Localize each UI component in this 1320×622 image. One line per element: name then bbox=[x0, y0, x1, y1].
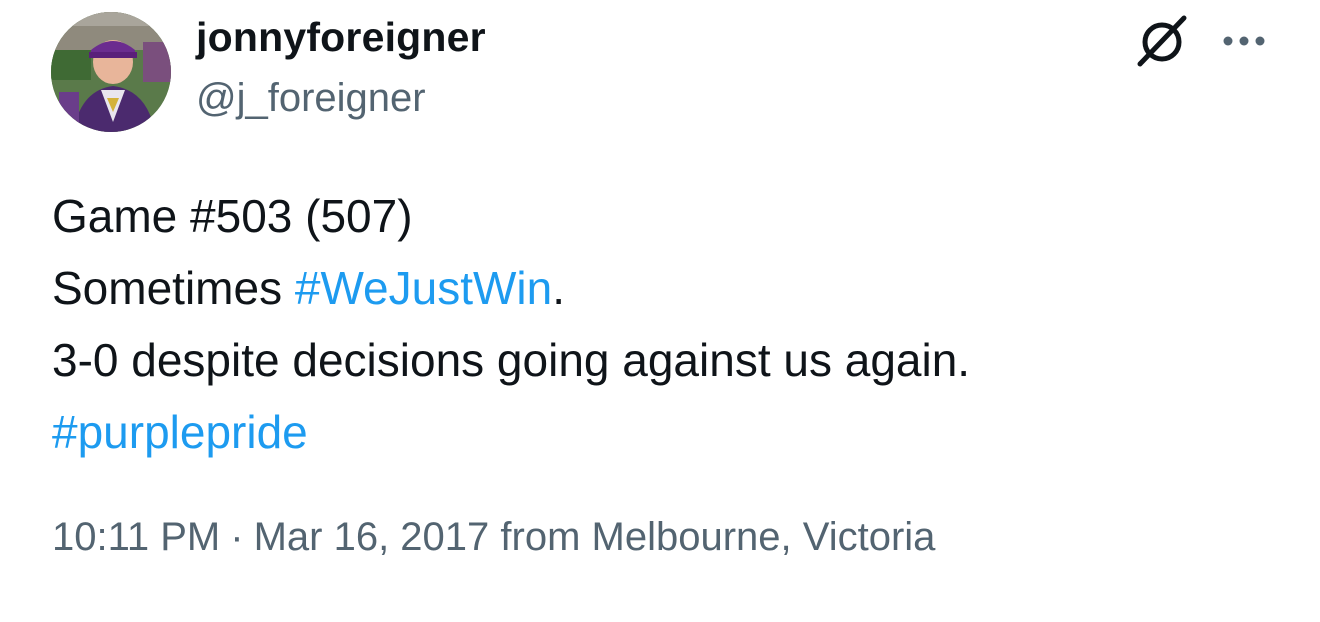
tweet-card: jonnyforeigner @j_foreigner Game #503 (5… bbox=[0, 0, 1320, 622]
meta-separator: · bbox=[230, 515, 244, 559]
tweet-line-1: Game #503 (507) bbox=[52, 190, 413, 242]
tweet-date-location: Mar 16, 2017 from Melbourne, Victoria bbox=[253, 515, 936, 559]
tweet-meta: 10:11 PM · Mar 16, 2017 from Melbourne, Vi… bbox=[52, 515, 935, 560]
tweet-line-2: Sometimes #WeJustWin. bbox=[52, 252, 1272, 324]
tweet-line-3: 3-0 despite decisions going against us a… bbox=[52, 334, 971, 386]
tweet-text: Game #503 (507) Sometimes #WeJustWin. 3-… bbox=[52, 180, 1272, 468]
slashed-circle-icon[interactable] bbox=[1132, 14, 1192, 68]
tweet-line-2-suffix: . bbox=[552, 262, 565, 314]
display-name[interactable]: jonnyforeigner bbox=[196, 14, 486, 61]
more-dots-icon[interactable] bbox=[1220, 31, 1268, 51]
avatar[interactable] bbox=[51, 12, 171, 132]
tweet-line-2-prefix: Sometimes bbox=[52, 262, 295, 314]
header-actions bbox=[1132, 14, 1268, 68]
tweet-time[interactable]: 10:11 PM bbox=[52, 515, 220, 559]
avatar-image bbox=[51, 12, 171, 132]
tweet-line-4: #purplepride bbox=[52, 396, 1272, 468]
user-handle[interactable]: @j_foreigner bbox=[196, 76, 426, 121]
hashtag-wejustwin-link[interactable]: #WeJustWin bbox=[295, 262, 552, 314]
hashtag-purplepride-link[interactable]: #purplepride bbox=[52, 406, 308, 458]
